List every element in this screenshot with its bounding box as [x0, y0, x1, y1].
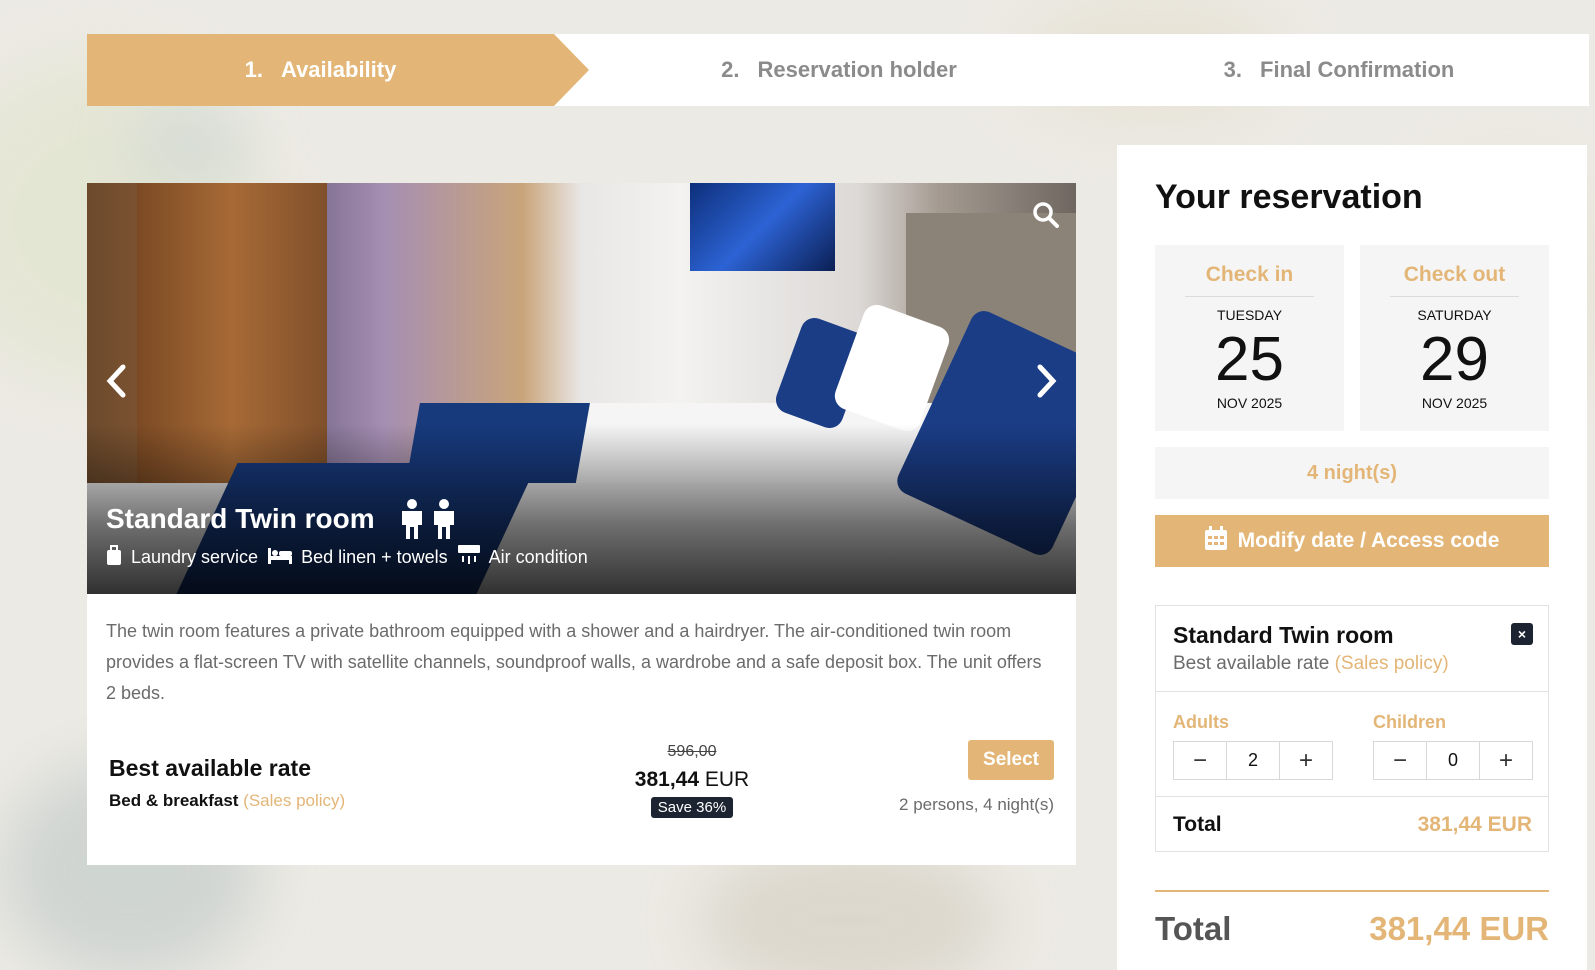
step-label: Final Confirmation — [1260, 57, 1455, 82]
children-value[interactable]: 0 — [1426, 742, 1480, 779]
room-photo[interactable]: Standard Twin room Laundry service Bed l… — [87, 183, 1076, 594]
children-stepper: − 0 + — [1373, 741, 1533, 780]
minus-icon[interactable]: − — [1174, 742, 1226, 779]
date-boxes: Check in TUESDAY 25 NOV 2025 Check out S… — [1155, 245, 1549, 431]
save-badge: Save 36% — [650, 797, 734, 818]
adults-stepper: − 2 + — [1173, 741, 1333, 780]
room-description: The twin room features a private bathroo… — [106, 621, 1042, 703]
booking-steps: 1. Availability 2. Reservation holder 3.… — [87, 34, 1589, 106]
room-card: Standard Twin room Laundry service Bed l… — [87, 183, 1076, 865]
laundry-icon — [106, 545, 131, 570]
checkin-box[interactable]: Check in TUESDAY 25 NOV 2025 — [1155, 245, 1344, 431]
rate-meta: 2 persons, 4 night(s) — [899, 795, 1054, 814]
minus-icon[interactable]: − — [1374, 742, 1426, 779]
selected-room-total: Total 381,44 EUR — [1173, 813, 1532, 836]
reservation-panel: Your reservation Check in TUESDAY 25 NOV… — [1117, 145, 1587, 970]
reservation-title: Your reservation — [1155, 178, 1423, 216]
price-block: 596,00 381,44 EUR Save 36% — [627, 743, 757, 818]
adults-label: Adults — [1173, 712, 1229, 732]
sales-policy-link[interactable]: (Sales policy) — [1335, 653, 1449, 674]
room-title-row: Standard Twin room — [106, 499, 457, 539]
chevron-left-icon[interactable] — [105, 363, 127, 405]
amenity-bed-linen: Bed linen + towels — [268, 546, 448, 569]
rate-name: Best available rate — [109, 755, 312, 781]
amenity-laundry: Laundry service — [106, 545, 258, 570]
old-price: 596,00 — [667, 743, 717, 760]
adults-value[interactable]: 2 — [1226, 742, 1280, 779]
step-label: Availability — [281, 57, 397, 82]
air-condition-icon — [457, 545, 489, 570]
selected-room-title: Standard Twin room — [1173, 622, 1394, 648]
occupancy: Adults − 2 + Children − 0 + — [1156, 692, 1548, 797]
amenity-air-condition: Air condition — [457, 545, 588, 570]
select-button[interactable]: Select — [968, 740, 1054, 780]
chevron-right-icon[interactable] — [1036, 363, 1058, 405]
person-icon — [399, 499, 457, 539]
step-final-confirmation[interactable]: 3. Final Confirmation — [1089, 34, 1589, 106]
children-label: Children — [1373, 712, 1447, 732]
plus-icon[interactable]: + — [1280, 742, 1332, 779]
step-availability[interactable]: 1. Availability — [87, 34, 589, 106]
step-number: 3. — [1223, 57, 1243, 82]
room-title: Standard Twin room — [106, 503, 375, 534]
nights-count: 4 night(s) — [1155, 447, 1549, 499]
new-price: 381,44 EUR — [634, 768, 750, 791]
rate-board: Bed & breakfast (Sales policy) — [109, 791, 346, 810]
modify-date-button[interactable]: Modify date / Access code — [1155, 515, 1549, 567]
bed-icon — [268, 546, 301, 569]
step-number: 1. — [244, 57, 263, 82]
room-amenities: Laundry service Bed linen + towels Air c… — [106, 545, 598, 570]
close-icon[interactable]: × — [1511, 623, 1533, 645]
plus-icon[interactable]: + — [1480, 742, 1532, 779]
step-label: Reservation holder — [757, 57, 957, 82]
calendar-icon — [1204, 526, 1238, 556]
sales-policy-link[interactable]: (Sales policy) — [243, 791, 345, 810]
checkout-box[interactable]: Check out SATURDAY 29 NOV 2025 — [1360, 245, 1549, 431]
step-reservation-holder[interactable]: 2. Reservation holder — [589, 34, 1089, 106]
selected-room-rate: Best available rate (Sales policy) — [1173, 653, 1449, 674]
selected-room-card: Standard Twin room Best available rate (… — [1155, 605, 1549, 852]
rate-row: Best available rate Bed & breakfast (Sal… — [87, 740, 1076, 843]
step-number: 2. — [721, 57, 740, 82]
grand-total: Total 381,44 EUR — [1155, 890, 1549, 948]
search-icon[interactable] — [1032, 201, 1060, 234]
